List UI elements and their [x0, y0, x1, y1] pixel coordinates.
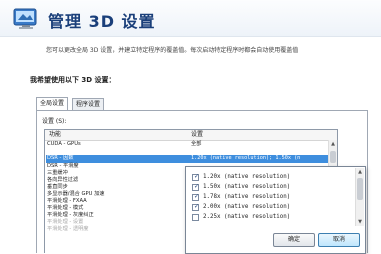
table-row-aa-fxaa[interactable]: 平滑处理 - FXAA — [47, 198, 87, 205]
scroll-up-arrow-icon[interactable]: ▲ — [357, 169, 363, 175]
tab-global-settings[interactable]: 全局设置 — [36, 97, 69, 111]
column-header-feature[interactable]: 功能 — [49, 130, 62, 140]
nvidia-settings-icon — [13, 8, 37, 29]
table-row-dsr-factor[interactable]: DSR - 因数 — [47, 155, 73, 162]
page-description: 您可以更改全局 3D 设置，并建立特定程序的覆盖值。每次启动特定程序时都会自动使… — [46, 47, 299, 54]
checkbox[interactable]: ✓ — [192, 183, 200, 191]
table-row-cuda[interactable]: CUDA - GPUs — [47, 141, 81, 148]
option-label: 1.50x (native resolution) — [203, 184, 291, 190]
checkmark-icon: ✓ — [194, 173, 200, 180]
checkbox[interactable]: ✓ — [192, 173, 200, 181]
option-label: 1.78x (native resolution) — [203, 194, 291, 200]
table-row-multi-display[interactable]: 多显示器/混合 GPU 加速 — [47, 191, 105, 198]
settings-label: 设置 (S): — [42, 118, 67, 125]
table-row-anisotropic-filtering[interactable]: 各向异性过滤 — [47, 177, 78, 184]
table-cell-dsr-factor-value[interactable]: 1.20x (native resolution); 1.50x (n — [191, 155, 300, 162]
page-header: 管理 3D 设置 — [0, 0, 381, 37]
dsr-factor-dropdown: ✓ 1.20x (native resolution) ✓ 1.50x (nat… — [185, 166, 366, 254]
table-row-triple-buffering[interactable]: 三重缓冲 — [47, 170, 68, 177]
scroll-up-arrow-icon[interactable]: ▲ — [330, 141, 336, 147]
scroll-thumb[interactable] — [357, 178, 363, 200]
checkbox[interactable]: ✓ — [192, 203, 200, 211]
scroll-down-arrow-icon[interactable]: ▼ — [357, 219, 363, 225]
column-header-setting[interactable]: 设置 — [191, 130, 204, 140]
ok-button[interactable]: 确定 — [273, 233, 315, 247]
table-cell-cuda-value[interactable]: 全部 — [191, 141, 201, 148]
table-row-aa-gamma[interactable]: 平滑处理 - 灰度纠正 — [47, 212, 94, 219]
page-title: 管理 3D 设置 — [48, 12, 156, 31]
table-row-aa-transparency[interactable]: 平滑处理 - 透明度 — [47, 226, 88, 233]
option-label: 2.00x (native resolution) — [203, 204, 291, 210]
table-row-aa-mode[interactable]: 平滑处理 - 模式 — [47, 205, 83, 212]
table-row-aa-setting[interactable]: 平滑处理 - 设置 — [47, 219, 83, 226]
section-title: 我希望使用以下 3D 设置： — [30, 76, 116, 84]
checkmark-icon: ✓ — [194, 183, 200, 190]
scroll-thumb[interactable] — [330, 151, 336, 163]
checkbox[interactable]: ✓ — [192, 193, 200, 201]
cancel-button[interactable]: 取消 — [318, 233, 360, 247]
table-row-vertical-sync[interactable]: 垂直同步 — [47, 184, 68, 191]
dropdown-scrollbar[interactable]: ▲ ▼ — [355, 168, 364, 226]
checkmark-icon: ✓ — [194, 203, 200, 210]
checkmark-icon: ✓ — [194, 193, 200, 200]
option-label: 1.20x (native resolution) — [203, 174, 291, 180]
checkbox[interactable] — [192, 214, 199, 221]
table-row-dsr-smoothness[interactable]: DSR - 平滑度 — [47, 163, 79, 170]
option-label: 2.25x (native resolution) — [203, 214, 291, 220]
